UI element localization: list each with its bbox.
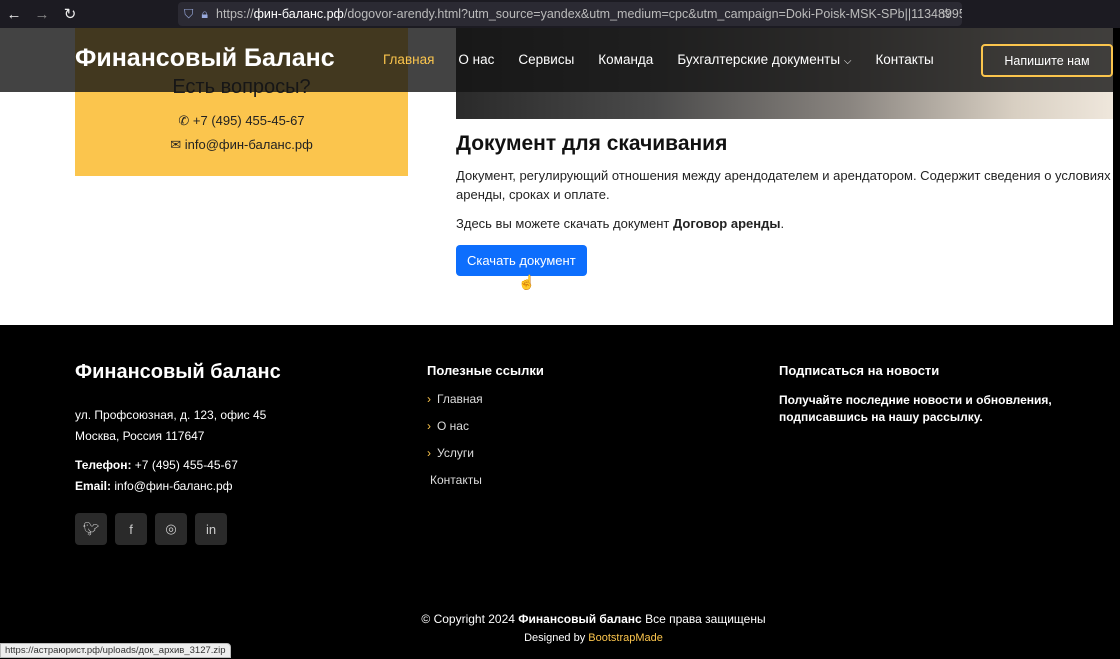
lock-icon: 🔒︎ xyxy=(201,6,209,21)
web-page: Есть вопросы? ✆ +7 (495) 455-45-67 ✉ inf… xyxy=(0,28,1113,659)
newsletter: Подписаться на новости Получайте последн… xyxy=(779,363,1052,424)
document-title: Документ для скачивания xyxy=(456,132,728,155)
instagram-icon[interactable]: ◎ xyxy=(155,513,187,545)
footer-address: ул. Профсоюзная, д. 123, офис 45 Москва, … xyxy=(75,408,267,443)
forward-icon[interactable]: → xyxy=(28,6,56,23)
document-description: Документ, регулирующий отношения между а… xyxy=(456,168,1111,202)
bookmark-star-icon[interactable]: ☆ xyxy=(940,5,953,22)
designer-link[interactable]: BootstrapMade xyxy=(588,632,663,644)
twitter-icon[interactable]: 🐦︎ xyxy=(75,513,107,545)
contact-us-button[interactable]: Напишите нам xyxy=(981,44,1113,77)
social-links: 🐦︎ f ◎ in xyxy=(75,513,227,545)
reload-icon[interactable]: ↻ xyxy=(56,5,84,23)
footer-link-services[interactable]: › Услуги xyxy=(427,446,544,460)
nav-home[interactable]: Главная xyxy=(383,52,434,67)
nav-services[interactable]: Сервисы xyxy=(518,52,574,67)
chevron-down-icon: ⌵ xyxy=(843,56,852,67)
site-footer: Финансовый баланс ул. Профсоюзная, д. 12… xyxy=(0,325,1113,659)
chevron-right-icon: › xyxy=(427,419,431,433)
contact-phone: +7 (495) 455-45-67 xyxy=(192,113,305,128)
linkedin-icon[interactable]: in xyxy=(195,513,227,545)
nav-contacts[interactable]: Контакты xyxy=(875,52,933,67)
phone-icon: ✆ xyxy=(178,113,193,128)
contact-email: info@фин-баланс.рф xyxy=(184,137,313,152)
nav-about[interactable]: О нас xyxy=(458,52,494,67)
main-nav: Главная О нас Сервисы Команда Бухгалтерс… xyxy=(383,52,934,67)
footer-contacts: Телефон: +7 (495) 455-45-67 Email: info@… xyxy=(75,458,238,493)
document-section: Документ для скачивания Документ, регули… xyxy=(456,132,1113,276)
chevron-right-icon: › xyxy=(427,446,431,460)
status-bar-url: https://астраюрист.рф/uploads/док_архив_… xyxy=(0,643,231,658)
footer-link-contacts[interactable]: Контакты xyxy=(427,473,544,487)
download-text: Здесь вы можете скачать документ Договор… xyxy=(456,216,785,231)
footer-link-about[interactable]: › О нас xyxy=(427,419,544,433)
browser-toolbar: ← → ↻ ⛉ 🔒︎ https://фин-баланс.рф/dogovor… xyxy=(0,0,1120,28)
site-header: Финансовый Баланс Главная О нас Сервисы … xyxy=(0,28,1113,92)
footer-link-home[interactable]: › Главная xyxy=(427,392,544,406)
mail-icon: ✉ xyxy=(170,137,185,152)
useful-links: Полезные ссылки › Главная › О нас › Услуги … xyxy=(427,363,544,487)
back-icon[interactable]: ← xyxy=(0,6,28,23)
shield-icon: ⛉ xyxy=(184,6,194,21)
facebook-icon[interactable]: f xyxy=(115,513,147,545)
download-button[interactable]: Скачать документ xyxy=(456,245,587,276)
chevron-right-icon: › xyxy=(427,392,431,406)
hand-cursor-icon: ☝ xyxy=(518,274,536,290)
address-bar[interactable]: ⛉ 🔒︎ https://фин-баланс.рф/dogovor-arend… xyxy=(178,2,962,26)
nav-team[interactable]: Команда xyxy=(598,52,653,67)
footer-logo: Финансовый баланс xyxy=(75,361,281,383)
nav-documents[interactable]: Бухгалтерские документы ⌵ xyxy=(677,52,851,67)
site-logo[interactable]: Финансовый Баланс xyxy=(75,44,335,73)
copyright: © Copyright 2024 Финансовый баланс Все п… xyxy=(421,612,766,626)
